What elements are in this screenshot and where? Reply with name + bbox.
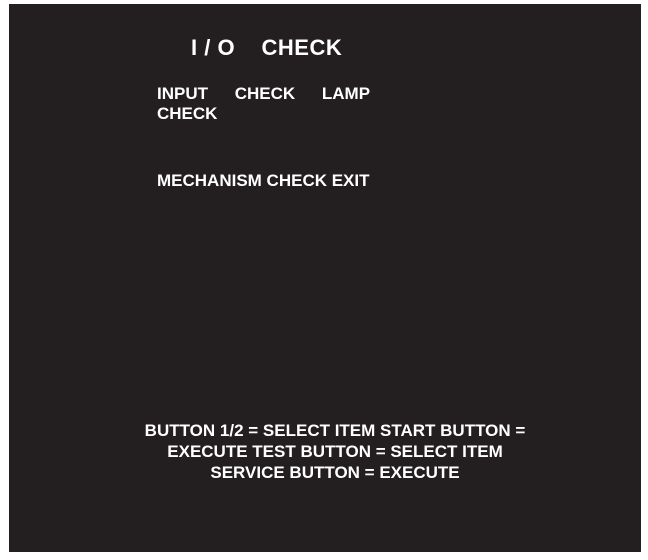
screen-title: I / O CHECK	[191, 35, 343, 60]
menu-item-mechanism-check-exit[interactable]: MECHANISM CHECK EXIT	[157, 171, 370, 191]
io-check-screen: I / O CHECK INPUT CHECK LAMP CHECK MECHA…	[9, 4, 641, 552]
menu-item-input-lamp-check[interactable]: INPUT CHECK LAMP CHECK	[157, 84, 447, 124]
button-instructions: BUTTON 1/2 = SELECT ITEM START BUTTON = …	[144, 421, 526, 482]
